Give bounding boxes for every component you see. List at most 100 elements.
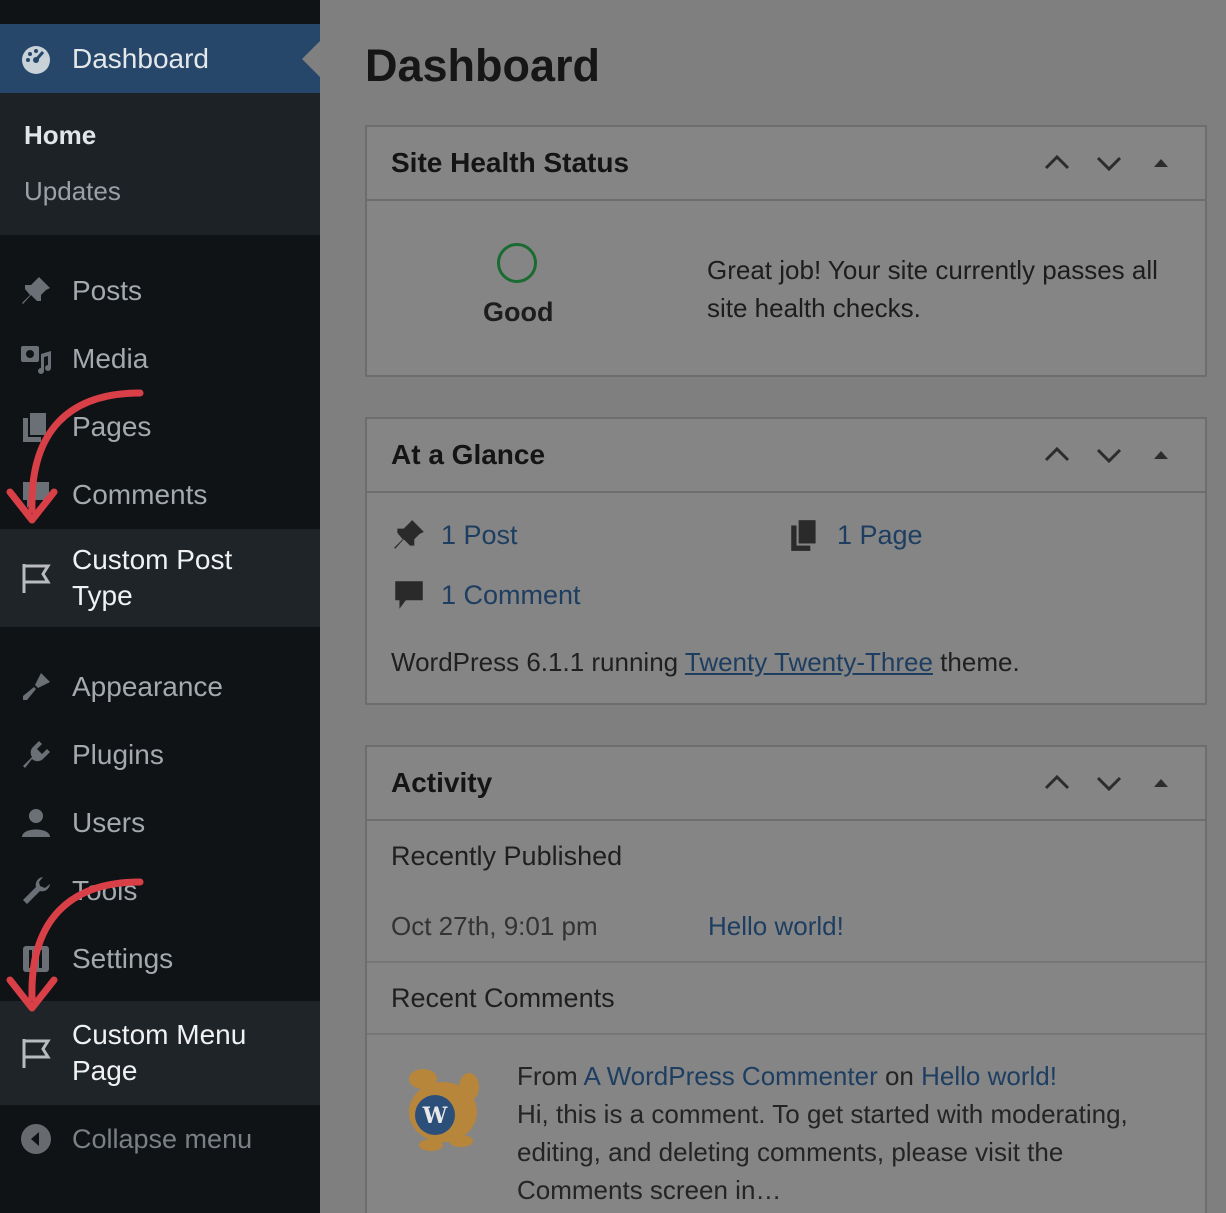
toggle-panel-button[interactable]: [1141, 763, 1181, 803]
menu-label-posts: Posts: [72, 275, 143, 306]
pages-icon: [0, 393, 72, 461]
media-icon: [0, 325, 72, 393]
menu-item-media[interactable]: Media: [0, 325, 320, 393]
widget-title: Activity: [391, 767, 493, 798]
comment-item: W From A WordPress Commenter on Hello wo…: [367, 1035, 1205, 1209]
published-post-row: Oct 27th, 9:01 pm Hello world!: [391, 891, 1181, 961]
toggle-panel-button[interactable]: [1141, 435, 1181, 475]
avatar: W: [409, 1069, 479, 1151]
comments-icon: [395, 581, 423, 609]
menu-item-plugins[interactable]: Plugins: [0, 721, 320, 789]
triangle-up-icon: [1154, 159, 1168, 167]
flag-icon: [0, 1019, 72, 1087]
menu-item-appearance[interactable]: Appearance: [0, 653, 320, 721]
admin-sidebar: Dashboard Home Updates Posts Media Pages…: [0, 0, 320, 1213]
current-pointer: [302, 40, 320, 77]
widget-header: Activity: [367, 747, 1205, 821]
chevron-up-icon: [1044, 774, 1070, 790]
move-up-button[interactable]: [1037, 435, 1077, 475]
pin-icon: [394, 520, 424, 549]
menu-item-users[interactable]: Users: [0, 789, 320, 857]
menu-item-posts[interactable]: Posts: [0, 257, 320, 325]
chevron-up-icon: [1044, 154, 1070, 170]
from-label: From: [517, 1061, 584, 1091]
triangle-up-icon: [1154, 451, 1168, 459]
chevron-down-icon: [1096, 448, 1122, 464]
flag-icon: [0, 544, 72, 612]
menu-label-custom-menu-page-line2: Page: [72, 1055, 138, 1086]
health-message: Great job! Your site currently passes al…: [707, 255, 1158, 323]
glance-posts[interactable]: 1 Post: [391, 517, 518, 553]
widget-header: Site Health Status: [367, 127, 1205, 201]
move-up-button[interactable]: [1037, 143, 1077, 183]
version-info: WordPress 6.1.1 running Twenty Twenty-Th…: [391, 647, 1020, 678]
toggle-panel-button[interactable]: [1141, 143, 1181, 183]
health-status-circle: [497, 243, 537, 283]
svg-text:W: W: [422, 1103, 448, 1129]
menu-label-tools: Tools: [72, 875, 138, 906]
submenu-updates[interactable]: Updates: [0, 163, 320, 219]
submenu-home[interactable]: Home: [0, 107, 320, 163]
menu-label-appearance: Appearance: [72, 671, 224, 702]
plugin-icon: [0, 721, 72, 789]
glance-posts-link[interactable]: 1 Post: [441, 520, 518, 551]
move-down-button[interactable]: [1089, 143, 1129, 183]
move-down-button[interactable]: [1089, 763, 1129, 803]
user-icon: [0, 789, 72, 857]
at-a-glance-widget: At a Glance 1 Post 1 Page 1 Comment Word…: [365, 417, 1207, 705]
dashboard-submenu: Home Updates: [0, 93, 320, 235]
widget-title: At a Glance: [391, 439, 546, 470]
activity-widget: Activity Recently Published Oct 27th, 9:…: [365, 745, 1207, 1213]
health-status-label: Good: [483, 297, 554, 327]
menu-item-settings[interactable]: Settings: [0, 925, 320, 993]
menu-label-pages: Pages: [72, 411, 152, 442]
glance-pages-link[interactable]: 1 Page: [837, 520, 923, 551]
menu-item-comments[interactable]: Comments: [0, 461, 320, 529]
menu-label-settings: Settings: [72, 943, 174, 974]
recent-comments-section: Recent Comments: [367, 963, 1205, 1035]
settings-icon: [0, 925, 72, 993]
glance-comments-link[interactable]: 1 Comment: [441, 580, 581, 611]
menu-item-tools[interactable]: Tools: [0, 857, 320, 925]
post-title-link[interactable]: Hello world!: [708, 911, 844, 942]
theme-link[interactable]: Twenty Twenty-Three: [685, 647, 933, 677]
collapse-arrow-icon: [0, 1123, 72, 1155]
widget-title: Site Health Status: [391, 147, 630, 178]
collapse-menu-label: Collapse menu: [72, 1123, 253, 1154]
pin-icon: [0, 257, 72, 325]
menu-label-media: Media: [72, 343, 149, 374]
post-date: Oct 27th, 9:01 pm: [391, 910, 598, 941]
menu-label-custom-menu-page-line1: Custom Menu: [72, 1019, 247, 1050]
recent-comments-heading: Recent Comments: [391, 982, 615, 1013]
menu-item-pages[interactable]: Pages: [0, 393, 320, 461]
comments-icon: [0, 461, 72, 529]
pages-icon: [791, 518, 818, 551]
dashboard-gauge-icon: [0, 42, 72, 76]
glance-comments[interactable]: 1 Comment: [391, 577, 581, 613]
widget-header: At a Glance: [367, 419, 1205, 493]
chevron-down-icon: [1096, 776, 1122, 792]
menu-label-comments: Comments: [72, 479, 208, 510]
chevron-down-icon: [1096, 156, 1122, 172]
comment-post-link[interactable]: Hello world!: [921, 1061, 1057, 1091]
comment-author-link[interactable]: A WordPress Commenter: [583, 1061, 877, 1091]
move-up-button[interactable]: [1037, 763, 1077, 803]
page-title: Dashboard: [365, 40, 601, 91]
on-label: on: [877, 1061, 922, 1091]
chevron-up-icon: [1044, 446, 1070, 462]
triangle-up-icon: [1154, 779, 1168, 787]
version-text: WordPress 6.1.1 running: [391, 647, 685, 677]
glance-pages[interactable]: 1 Page: [787, 517, 923, 553]
menu-item-custom-menu-page[interactable]: Custom Menu Page: [0, 1001, 320, 1105]
menu-item-custom-post-type[interactable]: Custom Post Type: [0, 529, 320, 627]
comment-meta: From A WordPress Commenter on Hello worl…: [517, 1057, 1181, 1095]
recently-published-heading: Recently Published: [391, 840, 623, 871]
menu-item-dashboard[interactable]: Dashboard: [0, 24, 320, 93]
menu-label-custom-post-type-line2: Type: [72, 580, 133, 611]
comment-excerpt: Hi, this is a comment. To get started wi…: [517, 1099, 1128, 1205]
site-health-widget: Site Health Status Good Great job! Your …: [365, 125, 1207, 377]
collapse-menu-button[interactable]: Collapse menu: [0, 1105, 320, 1173]
main-content: Dashboard Site Health Status Good Great …: [320, 0, 1226, 1213]
menu-label-plugins: Plugins: [72, 739, 164, 770]
move-down-button[interactable]: [1089, 435, 1129, 475]
